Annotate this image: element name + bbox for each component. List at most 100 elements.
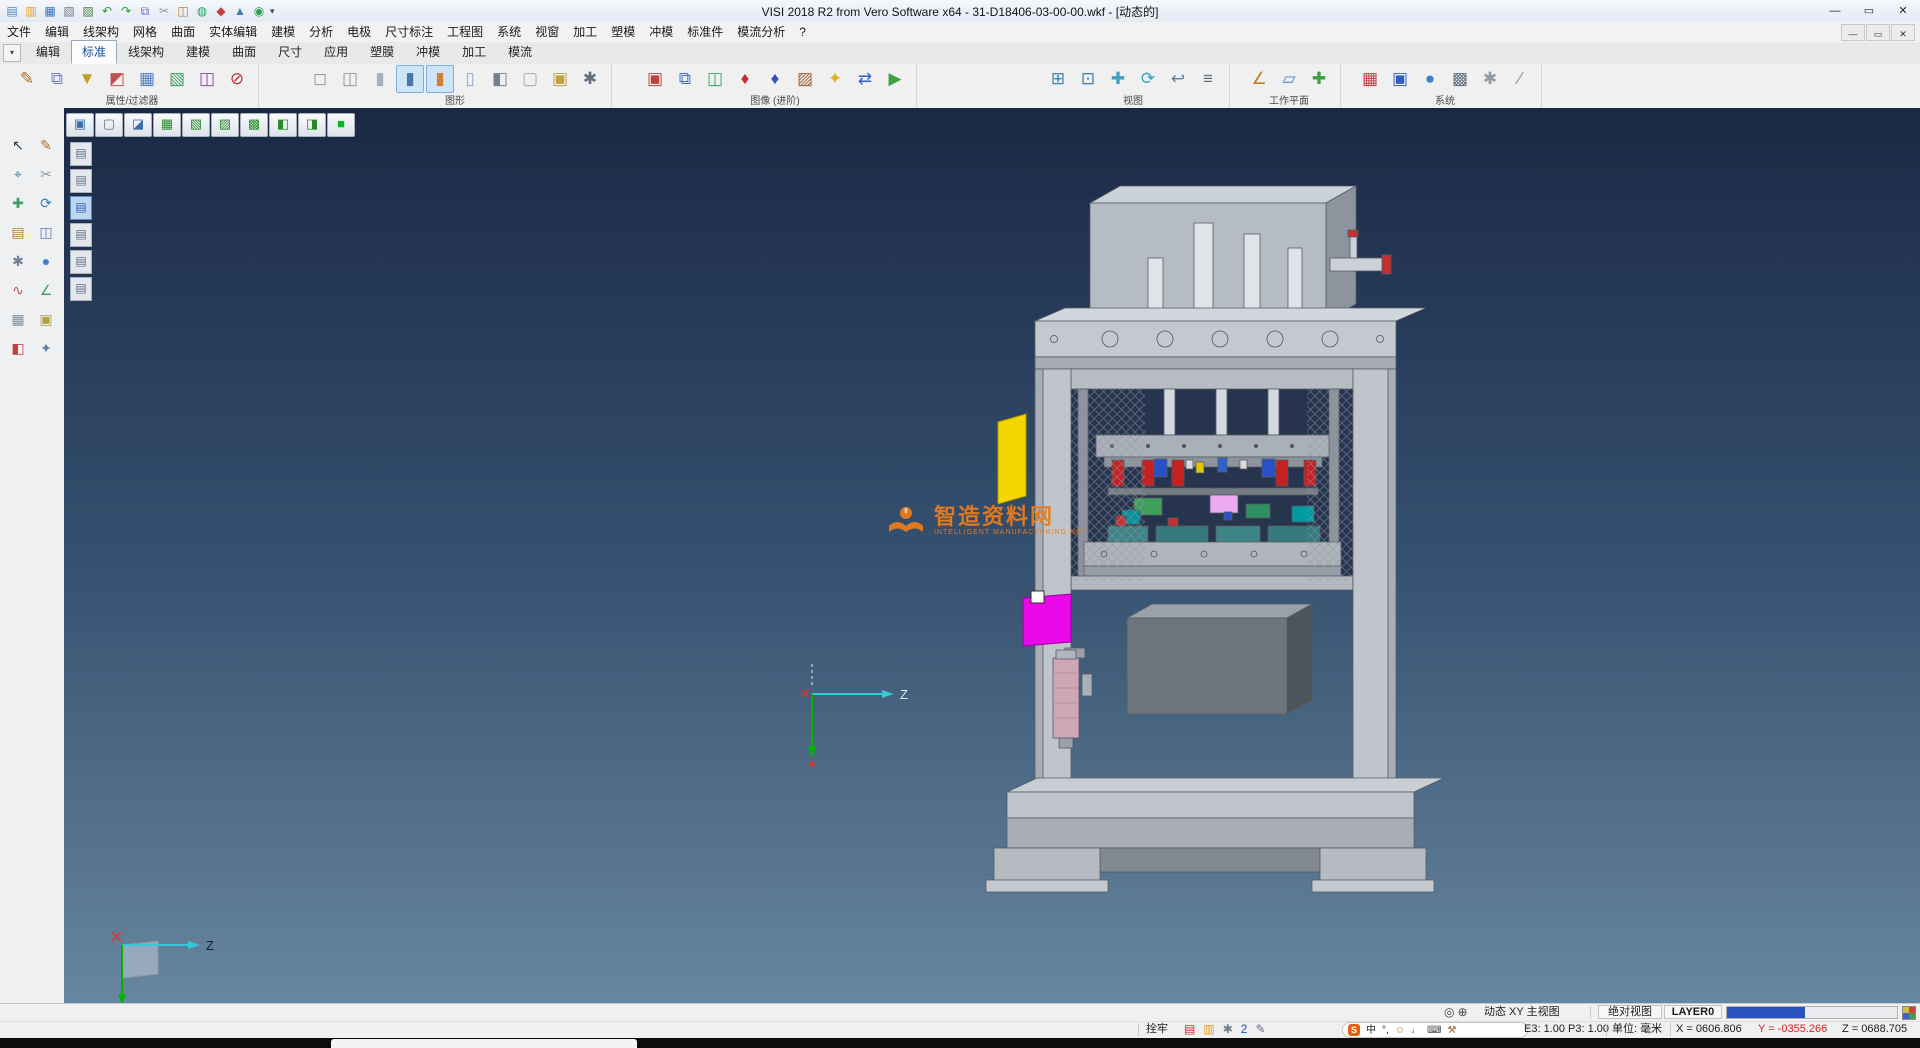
menu-item-?[interactable]: ? <box>792 23 813 42</box>
capture-image-icon[interactable]: ▣ <box>641 65 669 93</box>
menu-item-冲模[interactable]: 冲模 <box>642 23 680 42</box>
rotate-icon[interactable]: ⟳ <box>35 192 57 214</box>
trim-scissors-icon[interactable]: ✂ <box>35 163 57 185</box>
shaded-mode-icon[interactable]: ▮ <box>366 65 394 93</box>
lock-label[interactable]: 拴牢 <box>1146 1023 1168 1036</box>
animate-icon[interactable]: ▶ <box>881 65 909 93</box>
tab-建模[interactable]: 建模 <box>175 40 221 64</box>
tab-标准[interactable]: 标准 <box>71 40 117 64</box>
absolute-view-label[interactable]: 绝对视图 <box>1598 1005 1662 1019</box>
view-left-button[interactable]: ▩ <box>240 113 268 137</box>
rendered-mode-icon[interactable]: ▮ <box>426 65 454 93</box>
filter-type-icon[interactable]: ◫ <box>193 65 221 93</box>
tab-线架构[interactable]: 线架构 <box>117 40 175 64</box>
menu-item-标准件[interactable]: 标准件 <box>680 23 730 42</box>
yellow-plate-part[interactable] <box>998 414 1026 504</box>
rotate-view-icon[interactable]: ⟳ <box>1134 65 1162 93</box>
highlight-star-icon[interactable]: ✦ <box>35 337 57 359</box>
angle-icon[interactable]: ∠ <box>35 279 57 301</box>
doc-tool-5[interactable]: ▤ <box>70 250 92 274</box>
tab-模流[interactable]: 模流 <box>497 40 543 64</box>
menu-item-实体编辑[interactable]: 实体编辑 <box>202 23 264 42</box>
previous-view-icon[interactable]: ↩ <box>1164 65 1192 93</box>
system-attributes-icon[interactable]: ✱ <box>1476 65 1504 93</box>
workplane-auto-icon[interactable]: ✚ <box>1305 65 1333 93</box>
model-icon[interactable]: ◆ <box>213 3 229 19</box>
menu-item-工程图[interactable]: 工程图 <box>440 23 490 42</box>
view-iso-shaded-button[interactable]: ■ <box>327 113 355 137</box>
filter-element-icon[interactable]: ◩ <box>103 65 131 93</box>
tab-dropdown-button[interactable]: ▾ <box>3 44 21 62</box>
filter-color-icon[interactable]: ▧ <box>163 65 191 93</box>
pan-icon[interactable]: ✚ <box>1104 65 1132 93</box>
save-icon[interactable]: ▦ <box>42 3 58 19</box>
zoom-target-icon[interactable]: ⌖ <box>7 163 29 185</box>
red-marker-icon[interactable]: ♦ <box>731 65 759 93</box>
open-file-icon[interactable]: ▥ <box>23 3 39 19</box>
filter-all-icon[interactable]: ▼ <box>73 65 101 93</box>
zoom-fit-icon[interactable]: ⊡ <box>1074 65 1102 93</box>
undo-icon[interactable]: ↶ <box>99 3 115 19</box>
image-gallery-icon[interactable]: ⧉ <box>671 65 699 93</box>
doc-tool-2[interactable]: ▤ <box>70 169 92 193</box>
layer-indicator[interactable]: LAYER0 <box>1664 1005 1722 1019</box>
canvas-background[interactable] <box>64 108 1920 1004</box>
window-view-button[interactable]: ▢ <box>95 113 123 137</box>
highlight-icon[interactable]: ▣ <box>546 65 574 93</box>
transparency-icon[interactable]: ▯ <box>456 65 484 93</box>
compare-views-icon[interactable]: ◫ <box>701 65 729 93</box>
select-arrow-icon[interactable]: ↖ <box>7 134 29 156</box>
cut-icon[interactable]: ✂ <box>156 3 172 19</box>
grid-icon[interactable]: ▦ <box>7 308 29 330</box>
target-mode-icon[interactable]: ⊕ <box>1457 1005 1467 1019</box>
blue-marker-icon[interactable]: ♦ <box>761 65 789 93</box>
copy-icon[interactable]: ⧉ <box>137 3 153 19</box>
redo-icon[interactable]: ↷ <box>118 3 134 19</box>
curve-icon[interactable]: ∿ <box>7 279 29 301</box>
edit-pencil-icon[interactable]: ✎ <box>35 134 57 156</box>
analysis-icon[interactable]: ▲ <box>232 3 248 19</box>
ime-toolbox-icon[interactable]: ⚒ <box>1447 1024 1456 1037</box>
menu-item-尺寸标注[interactable]: 尺寸标注 <box>378 23 440 42</box>
render-mode-icon[interactable]: ◎ <box>1444 1005 1454 1019</box>
taskbar-search-box[interactable] <box>331 1039 637 1048</box>
measure-icon[interactable]: ∕ <box>1506 65 1534 93</box>
tab-塑膜[interactable]: 塑膜 <box>359 40 405 64</box>
paste-icon[interactable]: ◫ <box>175 3 191 19</box>
menu-item-塑模[interactable]: 塑模 <box>604 23 642 42</box>
layers-icon[interactable]: ▤ <box>7 221 29 243</box>
menu-item-系统[interactable]: 系统 <box>490 23 528 42</box>
shaded-edges-mode-icon[interactable]: ▮ <box>396 65 424 93</box>
named-views-icon[interactable]: ≡ <box>1194 65 1222 93</box>
attribute-copy-icon[interactable]: ⧉ <box>43 65 71 93</box>
close-button[interactable]: ✕ <box>1886 1 1920 22</box>
hidden-line-mode-icon[interactable]: ◫ <box>336 65 364 93</box>
lighting-icon[interactable]: ✦ <box>821 65 849 93</box>
display-settings-icon[interactable]: ✱ <box>576 65 604 93</box>
view-bottom-button[interactable]: ◨ <box>298 113 326 137</box>
workplane-xy-icon[interactable]: ∠ <box>1245 65 1273 93</box>
ghost-view-icon[interactable]: ▢ <box>516 65 544 93</box>
tab-应用[interactable]: 应用 <box>313 40 359 64</box>
texture-icon[interactable]: ▨ <box>791 65 819 93</box>
ime-lang-indicator[interactable]: 中 <box>1366 1024 1376 1037</box>
filter-layer-icon[interactable]: ▦ <box>133 65 161 93</box>
doc-tool-3[interactable]: ▤ <box>70 196 92 220</box>
snap-settings-icon[interactable]: ✱ <box>1223 1022 1233 1036</box>
ime-toolbar[interactable]: S中°,☺♩⌨⚒ <box>1342 1022 1528 1038</box>
3d-viewport[interactable]: Z Z <box>64 108 1920 1004</box>
swap-views-icon[interactable]: ⇄ <box>851 65 879 93</box>
workplane-view-icon[interactable]: ▱ <box>1275 65 1303 93</box>
paint-face-icon[interactable]: ◧ <box>7 337 29 359</box>
settings-gear-icon[interactable]: ✱ <box>7 250 29 272</box>
menu-item-网格[interactable]: 网格 <box>126 23 164 42</box>
tab-尺寸[interactable]: 尺寸 <box>267 40 313 64</box>
selection-count-badge[interactable]: 2 <box>1241 1022 1248 1036</box>
display-config-icon[interactable]: ▣ <box>1386 65 1414 93</box>
cad-link-icon[interactable]: ◍ <box>194 3 210 19</box>
maximize-button[interactable]: ▭ <box>1852 1 1886 22</box>
snap-grid-icon[interactable]: ▩ <box>1446 65 1474 93</box>
sogou-logo-icon[interactable]: S <box>1348 1024 1360 1036</box>
menu-item-建模[interactable]: 建模 <box>264 23 302 42</box>
wireframe-mode-icon[interactable]: ◻ <box>306 65 334 93</box>
